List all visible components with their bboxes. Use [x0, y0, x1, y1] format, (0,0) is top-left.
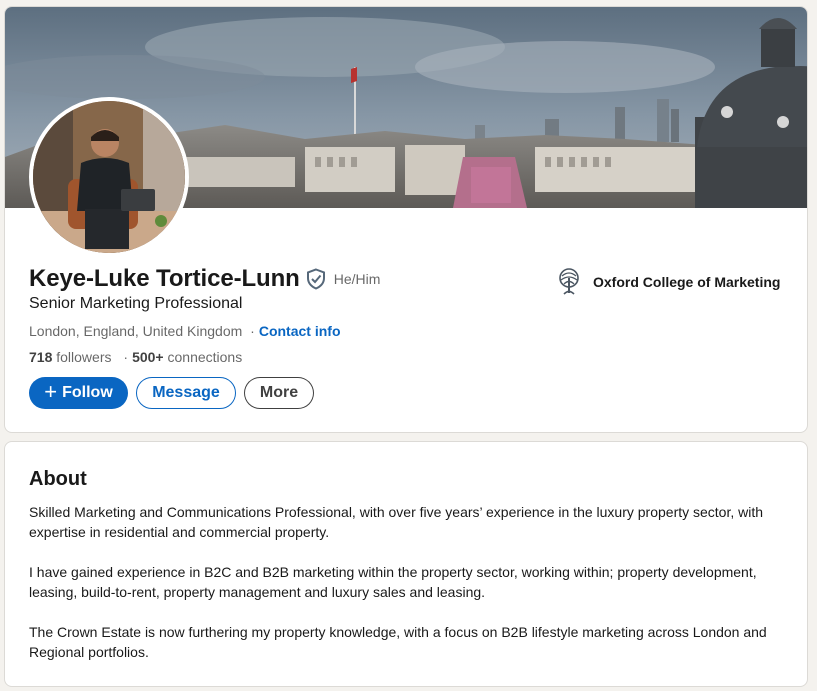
verified-shield-icon[interactable] — [306, 268, 326, 290]
connections-count[interactable]: 500+ — [132, 349, 164, 365]
about-paragraph: Skilled Marketing and Communications Pro… — [29, 504, 764, 540]
followers-label: followers — [56, 349, 112, 365]
follow-label: Follow — [62, 384, 113, 401]
oxford-college-tree-logo — [555, 268, 583, 296]
about-title: About — [29, 468, 87, 490]
connections-label[interactable]: connections — [168, 349, 243, 365]
connections-separator: · — [123, 349, 129, 365]
followers-count: 718 — [29, 349, 53, 365]
plus-icon: + — [44, 379, 58, 404]
profile-actions: + Follow Message More — [29, 377, 314, 409]
education-link[interactable]: Oxford College of Marketing — [555, 268, 780, 296]
about-body: Skilled Marketing and Communications Pro… — [29, 502, 779, 682]
profile-location: London, England, United Kingdom — [29, 323, 243, 339]
profile-avatar[interactable] — [29, 97, 189, 257]
education-name[interactable]: Oxford College of Marketing — [593, 274, 780, 290]
about-card: About Skilled Marketing and Communicatio… — [4, 441, 808, 687]
network-row: 718 followers · 500+ connections — [29, 349, 242, 365]
more-button[interactable]: More — [244, 377, 314, 409]
follow-button[interactable]: + Follow — [29, 377, 128, 409]
contact-info-link[interactable]: Contact info — [259, 323, 341, 339]
profile-name: Keye-Luke Tortice-Lunn — [29, 265, 300, 292]
about-paragraph: The Crown Estate is now furthering my pr… — [29, 624, 767, 660]
pronouns: He/Him — [333, 271, 381, 287]
name-row: Keye-Luke Tortice-Lunn He/Him — [29, 265, 380, 293]
about-paragraph: I have gained experience in B2C and B2B … — [29, 564, 757, 600]
location-separator: · — [250, 323, 255, 339]
message-button[interactable]: Message — [136, 377, 236, 409]
profile-headline: Senior Marketing Professional — [29, 295, 243, 312]
profile-card: Keye-Luke Tortice-Lunn He/Him Senior Mar… — [4, 6, 808, 433]
location-row: London, England, United Kingdom · Contact… — [29, 323, 341, 339]
